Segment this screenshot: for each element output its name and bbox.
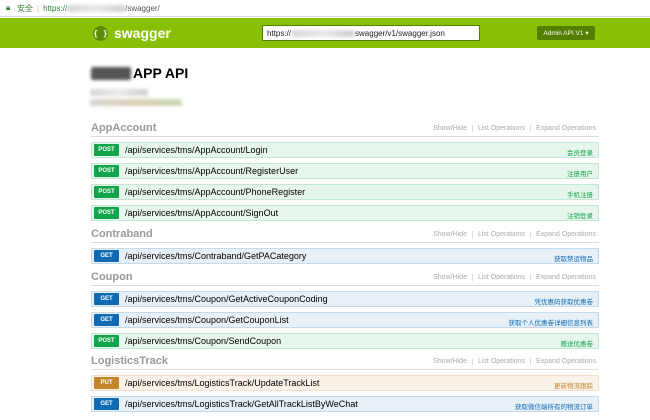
url-path: /swagger/ — [125, 3, 160, 13]
http-method-badge[interactable]: POST — [94, 335, 119, 347]
operation-summary[interactable]: 注册用户 — [567, 168, 593, 178]
operation-path[interactable]: /api/services/tms/Coupon/SendCoupon — [125, 336, 281, 346]
operation-path[interactable]: /api/services/tms/AppAccount/SignOut — [125, 208, 278, 218]
operation-path[interactable]: /api/services/tms/LogisticsTrack/GetAllT… — [125, 399, 358, 409]
http-method-badge[interactable]: GET — [94, 314, 119, 326]
resource-logisticstrack: LogisticsTrack Show/Hide List Operations Ex… — [91, 354, 599, 412]
operation-path[interactable]: /api/services/tms/AppAccount/PhoneRegist… — [125, 187, 305, 197]
http-method-badge[interactable]: POST — [94, 186, 119, 198]
swagger-logo-text: swagger — [114, 25, 171, 41]
list-operations-link[interactable]: List Operations — [473, 274, 532, 281]
operation-summary[interactable]: 会员登录 — [567, 147, 593, 157]
api-title-text: APP API — [133, 65, 189, 81]
http-method-badge[interactable]: GET — [94, 293, 119, 305]
swagger-logo-icon: { } — [93, 25, 108, 41]
resource-actions: Show/Hide List Operations Expand Operation… — [428, 274, 596, 281]
lock-icon: 🔒︎ — [6, 3, 11, 12]
operation-path[interactable]: /api/services/tms/Coupon/GetCouponList — [125, 315, 289, 325]
operation-path[interactable]: /api/services/tms/Contraband/GetPACatego… — [125, 251, 306, 261]
expand-operations-link[interactable]: Expand Operations — [531, 274, 596, 281]
operation-row[interactable]: POST/api/services/tms/Coupon/SendCoupon 赠… — [91, 333, 599, 349]
operation-summary[interactable]: 手机注册 — [567, 189, 593, 199]
resource-actions: Show/Hide List Operations Expand Operation… — [428, 231, 596, 238]
operation-row[interactable]: GET/api/services/tms/Coupon/GetCouponLis… — [91, 312, 599, 328]
resource-name[interactable]: Contraband — [91, 228, 153, 240]
operation-summary[interactable]: 注销登录 — [567, 210, 593, 220]
expand-operations-link[interactable]: Expand Operations — [531, 125, 596, 132]
resource-coupon: Coupon Show/Hide List Operations Expand Ope… — [91, 270, 599, 349]
security-label: 安全 — [17, 3, 33, 13]
redacted-description-line-2 — [90, 99, 182, 106]
operation-summary[interactable]: 获取微信端所有的物流订单 — [515, 401, 593, 411]
operation-summary[interactable]: 获取禁运物品 — [554, 253, 593, 263]
http-method-badge[interactable]: GET — [94, 250, 119, 262]
show-hide-link[interactable]: Show/Hide — [428, 274, 473, 281]
operation-row[interactable]: POST/api/services/tms/AppAccount/Registe… — [91, 163, 599, 179]
resource-header: Contraband Show/Hide List Operations Expand… — [91, 227, 599, 243]
http-method-badge[interactable]: PUT — [94, 377, 119, 389]
operation-summary[interactable]: 更新物流跟踪 — [554, 380, 593, 390]
resource-header: LogisticsTrack Show/Hide List Operations Ex… — [91, 354, 599, 370]
http-method-badge[interactable]: POST — [94, 144, 119, 156]
resource-header: AppAccount Show/Hide List Operations Expand… — [91, 121, 599, 137]
spec-url-prefix: https:// — [267, 28, 292, 38]
expand-operations-link[interactable]: Expand Operations — [531, 358, 596, 365]
resource-contraband: Contraband Show/Hide List Operations Expand… — [91, 227, 599, 264]
redacted-spec-host — [292, 29, 355, 37]
list-operations-link[interactable]: List Operations — [473, 358, 532, 365]
redacted-title-prefix — [91, 66, 131, 80]
url-scheme: https:// — [43, 3, 68, 13]
swagger-header: { } swagger https:// swagger/v1/swagger.… — [0, 18, 650, 48]
redacted-description-line-1 — [90, 89, 148, 96]
operation-path[interactable]: /api/services/tms/LogisticsTrack/UpdateT… — [125, 378, 319, 388]
api-description — [90, 89, 182, 106]
swagger-logo[interactable]: { } swagger — [93, 25, 171, 41]
resource-name[interactable]: AppAccount — [91, 122, 156, 134]
resource-actions: Show/Hide List Operations Expand Operation… — [428, 358, 596, 365]
list-operations-link[interactable]: List Operations — [473, 231, 532, 238]
operation-row[interactable]: PUT/api/services/tms/LogisticsTrack/Upda… — [91, 375, 599, 391]
resource-name[interactable]: Coupon — [91, 271, 133, 283]
operation-summary[interactable]: 获取个人优惠卷详细信息列表 — [509, 317, 594, 327]
spec-url-suffix: swagger/v1/swagger.json — [355, 28, 445, 38]
expand-operations-link[interactable]: Expand Operations — [531, 231, 596, 238]
operation-row[interactable]: POST/api/services/tms/AppAccount/SignOut… — [91, 205, 599, 221]
show-hide-link[interactable]: Show/Hide — [428, 125, 473, 132]
operation-path[interactable]: /api/services/tms/Coupon/GetActiveCoupon… — [125, 294, 328, 304]
redacted-host — [67, 4, 126, 12]
http-method-badge[interactable]: POST — [94, 207, 119, 219]
resource-name[interactable]: LogisticsTrack — [91, 355, 168, 367]
http-method-badge[interactable]: POST — [94, 165, 119, 177]
show-hide-link[interactable]: Show/Hide — [428, 231, 473, 238]
address-separator: | — [37, 3, 40, 13]
operation-row[interactable]: GET/api/services/tms/Coupon/GetActiveCou… — [91, 291, 599, 307]
resource-header: Coupon Show/Hide List Operations Expand Ope… — [91, 270, 599, 286]
operation-row[interactable]: GET/api/services/tms/LogisticsTrack/GetA… — [91, 396, 599, 412]
operation-row[interactable]: POST/api/services/tms/AppAccount/PhoneRe… — [91, 184, 599, 200]
http-method-badge[interactable]: GET — [94, 398, 119, 410]
resource-actions: Show/Hide List Operations Expand Operation… — [428, 125, 596, 132]
operation-path[interactable]: /api/services/tms/AppAccount/Login — [125, 145, 268, 155]
operation-row[interactable]: GET/api/services/tms/Contraband/GetPACat… — [91, 248, 599, 264]
operation-row[interactable]: POST/api/services/tms/AppAccount/Login 会员… — [91, 142, 599, 158]
operation-path[interactable]: /api/services/tms/AppAccount/RegisterUse… — [125, 166, 298, 176]
show-hide-link[interactable]: Show/Hide — [428, 358, 473, 365]
api-title: APP API — [91, 65, 188, 81]
resource-appaccount: AppAccount Show/Hide List Operations Expand… — [91, 121, 599, 221]
api-version-select[interactable]: Admin API V1 ▾ — [537, 26, 595, 40]
operation-summary[interactable]: 赠送优惠卷 — [561, 338, 594, 348]
browser-address-bar[interactable]: 🔒︎ 安全 | https:// /swagger/ — [0, 0, 650, 17]
spec-url-input[interactable]: https:// swagger/v1/swagger.json — [262, 25, 480, 41]
list-operations-link[interactable]: List Operations — [473, 125, 532, 132]
operation-summary[interactable]: 凭优惠码获取优惠卷 — [535, 296, 594, 306]
